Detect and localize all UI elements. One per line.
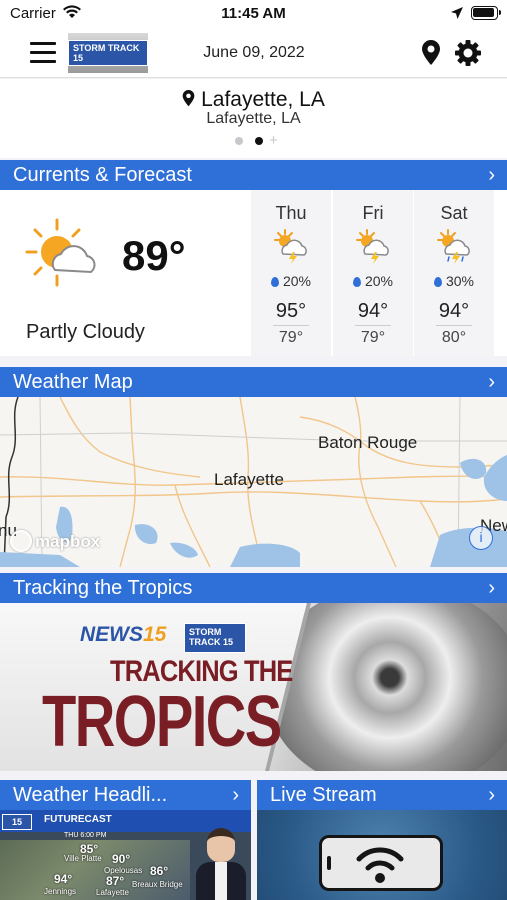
map-label-baton-rouge: Baton Rouge bbox=[318, 433, 418, 452]
chevron-right-icon: › bbox=[232, 784, 239, 806]
map-temp: 87° bbox=[106, 874, 125, 888]
logo-text: STORM TRACK 15 bbox=[68, 40, 148, 66]
location-city: Lafayette, LA bbox=[0, 88, 507, 112]
thunderstorm-sun-icon bbox=[356, 229, 389, 264]
location-subtitle: Lafayette, LA bbox=[206, 110, 301, 127]
section-title: Live Stream bbox=[270, 784, 377, 806]
clock: 11:45 AM bbox=[221, 5, 286, 22]
battery-icon bbox=[471, 6, 501, 20]
forecast-day-label: Thu bbox=[275, 203, 307, 223]
nav-bar: STORM TRACK 15 June 09, 2022 bbox=[0, 30, 507, 78]
section-header-headlines[interactable]: Weather Headli... › bbox=[0, 780, 251, 810]
section-title: Tracking the Tropics bbox=[13, 577, 193, 599]
mapbox-logo[interactable]: mapbox bbox=[10, 530, 100, 552]
partly-cloudy-icon bbox=[25, 218, 96, 287]
forecast-precip: 20% bbox=[251, 273, 331, 289]
forecast-high: 95° bbox=[275, 300, 307, 322]
location-header[interactable]: Lafayette, LA Lafayette, LA + bbox=[0, 79, 507, 158]
current-temperature: 89° bbox=[122, 232, 186, 279]
mapbox-logo-text: mapbox bbox=[35, 532, 101, 551]
weather-map[interactable]: Baton Rouge Lafayette New nu mapbox i bbox=[0, 397, 507, 567]
current-condition: Partly Cloudy bbox=[26, 321, 145, 343]
forecast-low: 79° bbox=[278, 329, 304, 346]
divider bbox=[436, 325, 472, 326]
precip-value: 20% bbox=[364, 273, 394, 289]
precip-value: 30% bbox=[445, 273, 475, 289]
map-city: Lafayette bbox=[96, 888, 129, 897]
section-header-live-stream[interactable]: Live Stream › bbox=[257, 780, 507, 810]
storm-track-badge: STORM TRACK 15 bbox=[184, 623, 246, 653]
precip-value: 20% bbox=[282, 273, 312, 289]
forecast-high: 94° bbox=[438, 300, 470, 322]
divider bbox=[355, 325, 391, 326]
section-title: Weather Map bbox=[13, 371, 133, 393]
page-indicator[interactable]: + bbox=[0, 133, 507, 148]
news-number: 15 bbox=[143, 623, 167, 646]
chevron-right-icon: › bbox=[488, 371, 495, 393]
currents-card[interactable]: 89° Partly Cloudy Thu 20% 95° 79° Fri 20… bbox=[0, 190, 507, 356]
futurecast-time: THU 6:00 PM bbox=[64, 832, 107, 839]
forecast-precip: 20% bbox=[333, 273, 413, 289]
page-dot-active[interactable] bbox=[255, 137, 264, 145]
gear-icon[interactable] bbox=[454, 39, 482, 67]
news-text: NEWS bbox=[80, 623, 143, 646]
thunderstorm-sun-icon bbox=[274, 229, 307, 264]
map-info-button[interactable]: i bbox=[469, 526, 493, 550]
map-temp: 94° bbox=[54, 872, 73, 886]
divider bbox=[273, 325, 309, 326]
news15-logo: NEWS15 bbox=[80, 623, 166, 647]
section-header-tropics[interactable]: Tracking the Tropics › bbox=[0, 573, 507, 603]
banner-title-line2: TROPICS bbox=[42, 682, 282, 762]
map-city: Breaux Bridge bbox=[132, 880, 183, 889]
headlines-thumbnail[interactable]: FUTURECAST 15 THU 6:00 PM 85° Ville Plat… bbox=[0, 810, 251, 900]
forecast-high: 94° bbox=[357, 300, 389, 322]
map-city: Ville Platte bbox=[64, 854, 102, 863]
menu-icon[interactable] bbox=[30, 42, 56, 64]
section-title: Currents & Forecast bbox=[13, 164, 192, 186]
forecast-precip: 30% bbox=[414, 273, 494, 289]
status-bar: Carrier 11:45 AM bbox=[0, 0, 507, 30]
news-anchor bbox=[196, 828, 246, 900]
section-header-weather-map[interactable]: Weather Map › bbox=[0, 367, 507, 397]
wifi-icon bbox=[356, 847, 404, 883]
date-label: June 09, 2022 bbox=[203, 44, 305, 61]
raindrop-icon bbox=[270, 277, 279, 287]
chevron-right-icon: › bbox=[488, 164, 495, 186]
forecast-day[interactable]: Fri 20% 94° 79° bbox=[333, 190, 413, 356]
map-label-lafayette: Lafayette bbox=[214, 470, 284, 489]
tropics-banner[interactable]: NEWS15 STORM TRACK 15 TRACKING THE TROPI… bbox=[0, 603, 507, 771]
forecast-day-label: Fri bbox=[362, 203, 384, 223]
section-header-currents[interactable]: Currents & Forecast › bbox=[0, 160, 507, 190]
thunderstorm-sun-rain-icon bbox=[437, 229, 470, 264]
live-stream-thumbnail[interactable] bbox=[257, 810, 507, 900]
forecast-low: 79° bbox=[360, 329, 386, 346]
location-pin-icon[interactable] bbox=[421, 40, 441, 66]
forecast-day[interactable]: Sat 30% 94° 80° bbox=[414, 190, 494, 356]
current-conditions: 89° Partly Cloudy bbox=[0, 190, 248, 356]
forecast-low: 80° bbox=[441, 329, 467, 346]
section-title: Weather Headli... bbox=[13, 784, 168, 806]
raindrop-icon bbox=[352, 277, 361, 287]
forecast-day[interactable]: Thu 20% 95° 79° bbox=[251, 190, 331, 356]
map-temp: 86° bbox=[150, 864, 169, 878]
chevron-right-icon: › bbox=[488, 784, 495, 806]
city-name: Lafayette, LA bbox=[201, 88, 325, 111]
map-city: Jennings bbox=[44, 887, 77, 896]
station-badge: 15 bbox=[2, 814, 32, 830]
mapbox-logo-icon bbox=[10, 530, 32, 552]
add-location-icon[interactable]: + bbox=[269, 133, 278, 148]
page-dot[interactable] bbox=[235, 137, 244, 145]
location-arrow-icon bbox=[451, 7, 463, 19]
location-pin-icon bbox=[182, 90, 195, 107]
station-logo: STORM TRACK 15 bbox=[68, 33, 148, 73]
raindrop-icon bbox=[433, 277, 442, 287]
map-temp: 90° bbox=[112, 852, 131, 866]
forecast-day-label: Sat bbox=[440, 203, 468, 223]
chevron-right-icon: › bbox=[488, 577, 495, 599]
phone-icon bbox=[319, 835, 443, 891]
